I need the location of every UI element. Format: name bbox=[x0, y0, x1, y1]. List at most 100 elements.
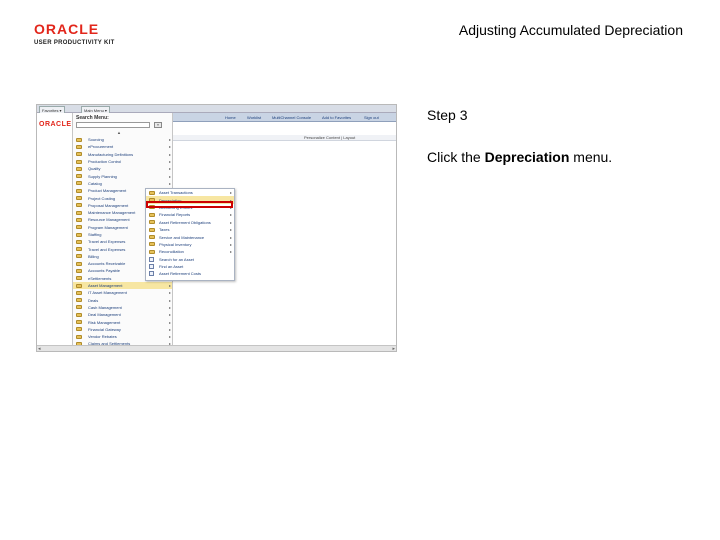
menu-item[interactable]: eProcurement ▸ bbox=[73, 143, 172, 150]
folder-icon bbox=[76, 203, 82, 208]
menu-item[interactable]: Manufacturing Definitions ▸ bbox=[73, 151, 172, 158]
menu-item-label: Billing bbox=[88, 253, 99, 259]
menu-item-label: Staffing bbox=[88, 232, 102, 237]
menu-item[interactable]: Production Control ▸ bbox=[73, 158, 172, 165]
chevron-right-icon: ▸ bbox=[169, 326, 172, 332]
folder-icon bbox=[76, 320, 82, 325]
folder-icon bbox=[76, 232, 82, 237]
menu-item-label: Sourcing bbox=[88, 137, 104, 143]
logo-product: USER PRODUCTIVITY KIT bbox=[34, 40, 115, 46]
submenu-item[interactable]: Taxes ▸ bbox=[146, 226, 234, 233]
menu-item[interactable]: Supply Planning ▸ bbox=[73, 172, 172, 179]
nav-sign-out-link[interactable]: Sign out bbox=[364, 114, 379, 121]
submenu-item[interactable]: Asset Retirement Costs bbox=[146, 270, 234, 277]
submenu-item[interactable]: Reconciliation ▸ bbox=[146, 248, 234, 255]
scroll-left-icon[interactable]: ◂ bbox=[38, 346, 41, 351]
nav-multichannel-link[interactable]: MultiChannel Console bbox=[272, 114, 311, 121]
menu-item[interactable]: IT Asset Management ▸ bbox=[73, 289, 172, 296]
folder-icon bbox=[76, 283, 82, 288]
menu-item[interactable]: Deals ▸ bbox=[73, 297, 172, 304]
chevron-right-icon: ▸ bbox=[169, 312, 172, 318]
chevron-right-icon: ▸ bbox=[169, 319, 172, 325]
chevron-right-icon: ▸ bbox=[230, 219, 233, 225]
chevron-right-icon: ▸ bbox=[169, 137, 172, 143]
menu-item-label: Resource Management bbox=[88, 217, 130, 223]
nav-home-link[interactable]: Home bbox=[225, 114, 236, 121]
horizontal-scrollbar[interactable]: ◂ ▸ bbox=[37, 345, 396, 351]
oracle-upk-logo: ORACLE USER PRODUCTIVITY KIT bbox=[34, 22, 126, 48]
folder-icon bbox=[149, 190, 155, 195]
chevron-right-icon: ▸ bbox=[230, 227, 233, 233]
chevron-right-icon: ▸ bbox=[169, 151, 172, 157]
submenu-item-label: Service and Maintenance bbox=[159, 234, 205, 240]
menu-item-label: Quality bbox=[88, 166, 101, 172]
folder-icon bbox=[76, 247, 82, 252]
menu-item-label: Vendor Rebates bbox=[88, 334, 117, 340]
submenu-item-label: Find an Asset bbox=[159, 264, 184, 270]
menu-item[interactable]: Catalog ▸ bbox=[73, 180, 172, 187]
folder-icon bbox=[76, 334, 82, 339]
chevron-right-icon: ▸ bbox=[230, 249, 233, 255]
nav-worklist-link[interactable]: Worklist bbox=[247, 114, 261, 121]
submenu-item[interactable]: Asset Retirement Obligations ▸ bbox=[146, 219, 234, 226]
submenu-item[interactable]: Asset Transactions ▸ bbox=[146, 189, 234, 196]
menu-item-label: Program Management bbox=[88, 224, 128, 230]
menu-item-label: eProcurement bbox=[88, 144, 114, 150]
nav-add-favorites-link[interactable]: Add to Favorites bbox=[322, 114, 351, 121]
menu-item[interactable]: Sourcing ▸ bbox=[73, 136, 172, 143]
menu-item[interactable]: Vendor Rebates ▸ bbox=[73, 333, 172, 340]
search-menu-label: Search Menu: bbox=[76, 115, 109, 121]
instruction-suffix: menu. bbox=[569, 149, 613, 165]
menu-search-button[interactable]: » bbox=[154, 122, 162, 128]
chevron-right-icon: ▸ bbox=[169, 173, 172, 179]
menu-item-label: Accounts Payable bbox=[88, 268, 121, 274]
submenu-item-label: Physical Inventory bbox=[159, 241, 192, 247]
depreciation-highlight-box bbox=[146, 201, 233, 208]
submenu-item[interactable]: Service and Maintenance ▸ bbox=[146, 233, 234, 240]
menu-item-label: Travel and Expenses bbox=[88, 246, 126, 252]
folder-icon bbox=[149, 235, 155, 240]
scroll-right-icon[interactable]: ▸ bbox=[392, 346, 395, 351]
menu-item-label: Cash Management bbox=[88, 304, 122, 310]
document-title: Adjusting Accumulated Depreciation bbox=[458, 22, 683, 38]
submenu-item[interactable]: Find an Asset bbox=[146, 263, 234, 270]
folder-icon bbox=[76, 290, 82, 295]
personalize-links[interactable]: Personalize Content | Layout bbox=[304, 135, 355, 141]
menu-item-label: Accounts Receivable bbox=[88, 261, 126, 267]
submenu-item[interactable]: Financial Reports ▸ bbox=[146, 211, 234, 218]
menu-item[interactable]: Risk Management ▸ bbox=[73, 318, 172, 325]
scroll-up-icon[interactable]: ▲ bbox=[117, 130, 121, 135]
menu-item-label: Deals bbox=[88, 297, 99, 303]
menu-item-label: IT Asset Management bbox=[88, 290, 127, 296]
menu-item-label: Deal Management bbox=[88, 312, 121, 318]
menu-item[interactable]: Financial Gateway ▸ bbox=[73, 326, 172, 333]
menu-item[interactable]: Deal Management ▸ bbox=[73, 311, 172, 318]
chevron-right-icon: ▸ bbox=[169, 144, 172, 150]
menu-item[interactable]: Quality ▸ bbox=[73, 165, 172, 172]
menu-item[interactable]: Asset Management ▸ bbox=[73, 281, 172, 290]
folder-icon bbox=[76, 312, 82, 317]
folder-icon bbox=[76, 210, 82, 215]
folder-icon bbox=[76, 298, 82, 303]
application-screenshot: Favorites ▾ Main Menu ▾ ORACLE Home Work… bbox=[36, 104, 397, 352]
folder-icon bbox=[76, 196, 82, 201]
tab-favorites[interactable]: Favorites ▾ bbox=[39, 106, 65, 113]
submenu-item-label: Asset Transactions bbox=[159, 190, 193, 196]
menu-item-label: Travel and Expenses bbox=[88, 239, 126, 245]
menu-search-input[interactable] bbox=[76, 122, 150, 128]
menu-item-label: Catalog bbox=[88, 180, 102, 186]
folder-icon bbox=[76, 254, 82, 259]
step-label: Step 3 bbox=[427, 107, 468, 123]
menu-item[interactable]: Cash Management ▸ bbox=[73, 304, 172, 311]
menu-item-label: Supply Planning bbox=[88, 173, 117, 179]
chevron-right-icon: ▸ bbox=[230, 241, 233, 247]
submenu-item-label: Asset Retirement Costs bbox=[159, 271, 202, 277]
submenu-item[interactable]: Search for an Asset bbox=[146, 256, 234, 263]
top-tab-bar: Favorites ▾ Main Menu ▾ bbox=[37, 105, 396, 113]
folder-icon bbox=[149, 212, 155, 217]
menu-item-label: Risk Management bbox=[88, 319, 121, 325]
folder-icon bbox=[76, 159, 82, 164]
submenu-item[interactable]: Physical Inventory ▸ bbox=[146, 241, 234, 248]
tab-main-menu[interactable]: Main Menu ▾ bbox=[81, 106, 110, 113]
folder-icon bbox=[76, 217, 82, 222]
